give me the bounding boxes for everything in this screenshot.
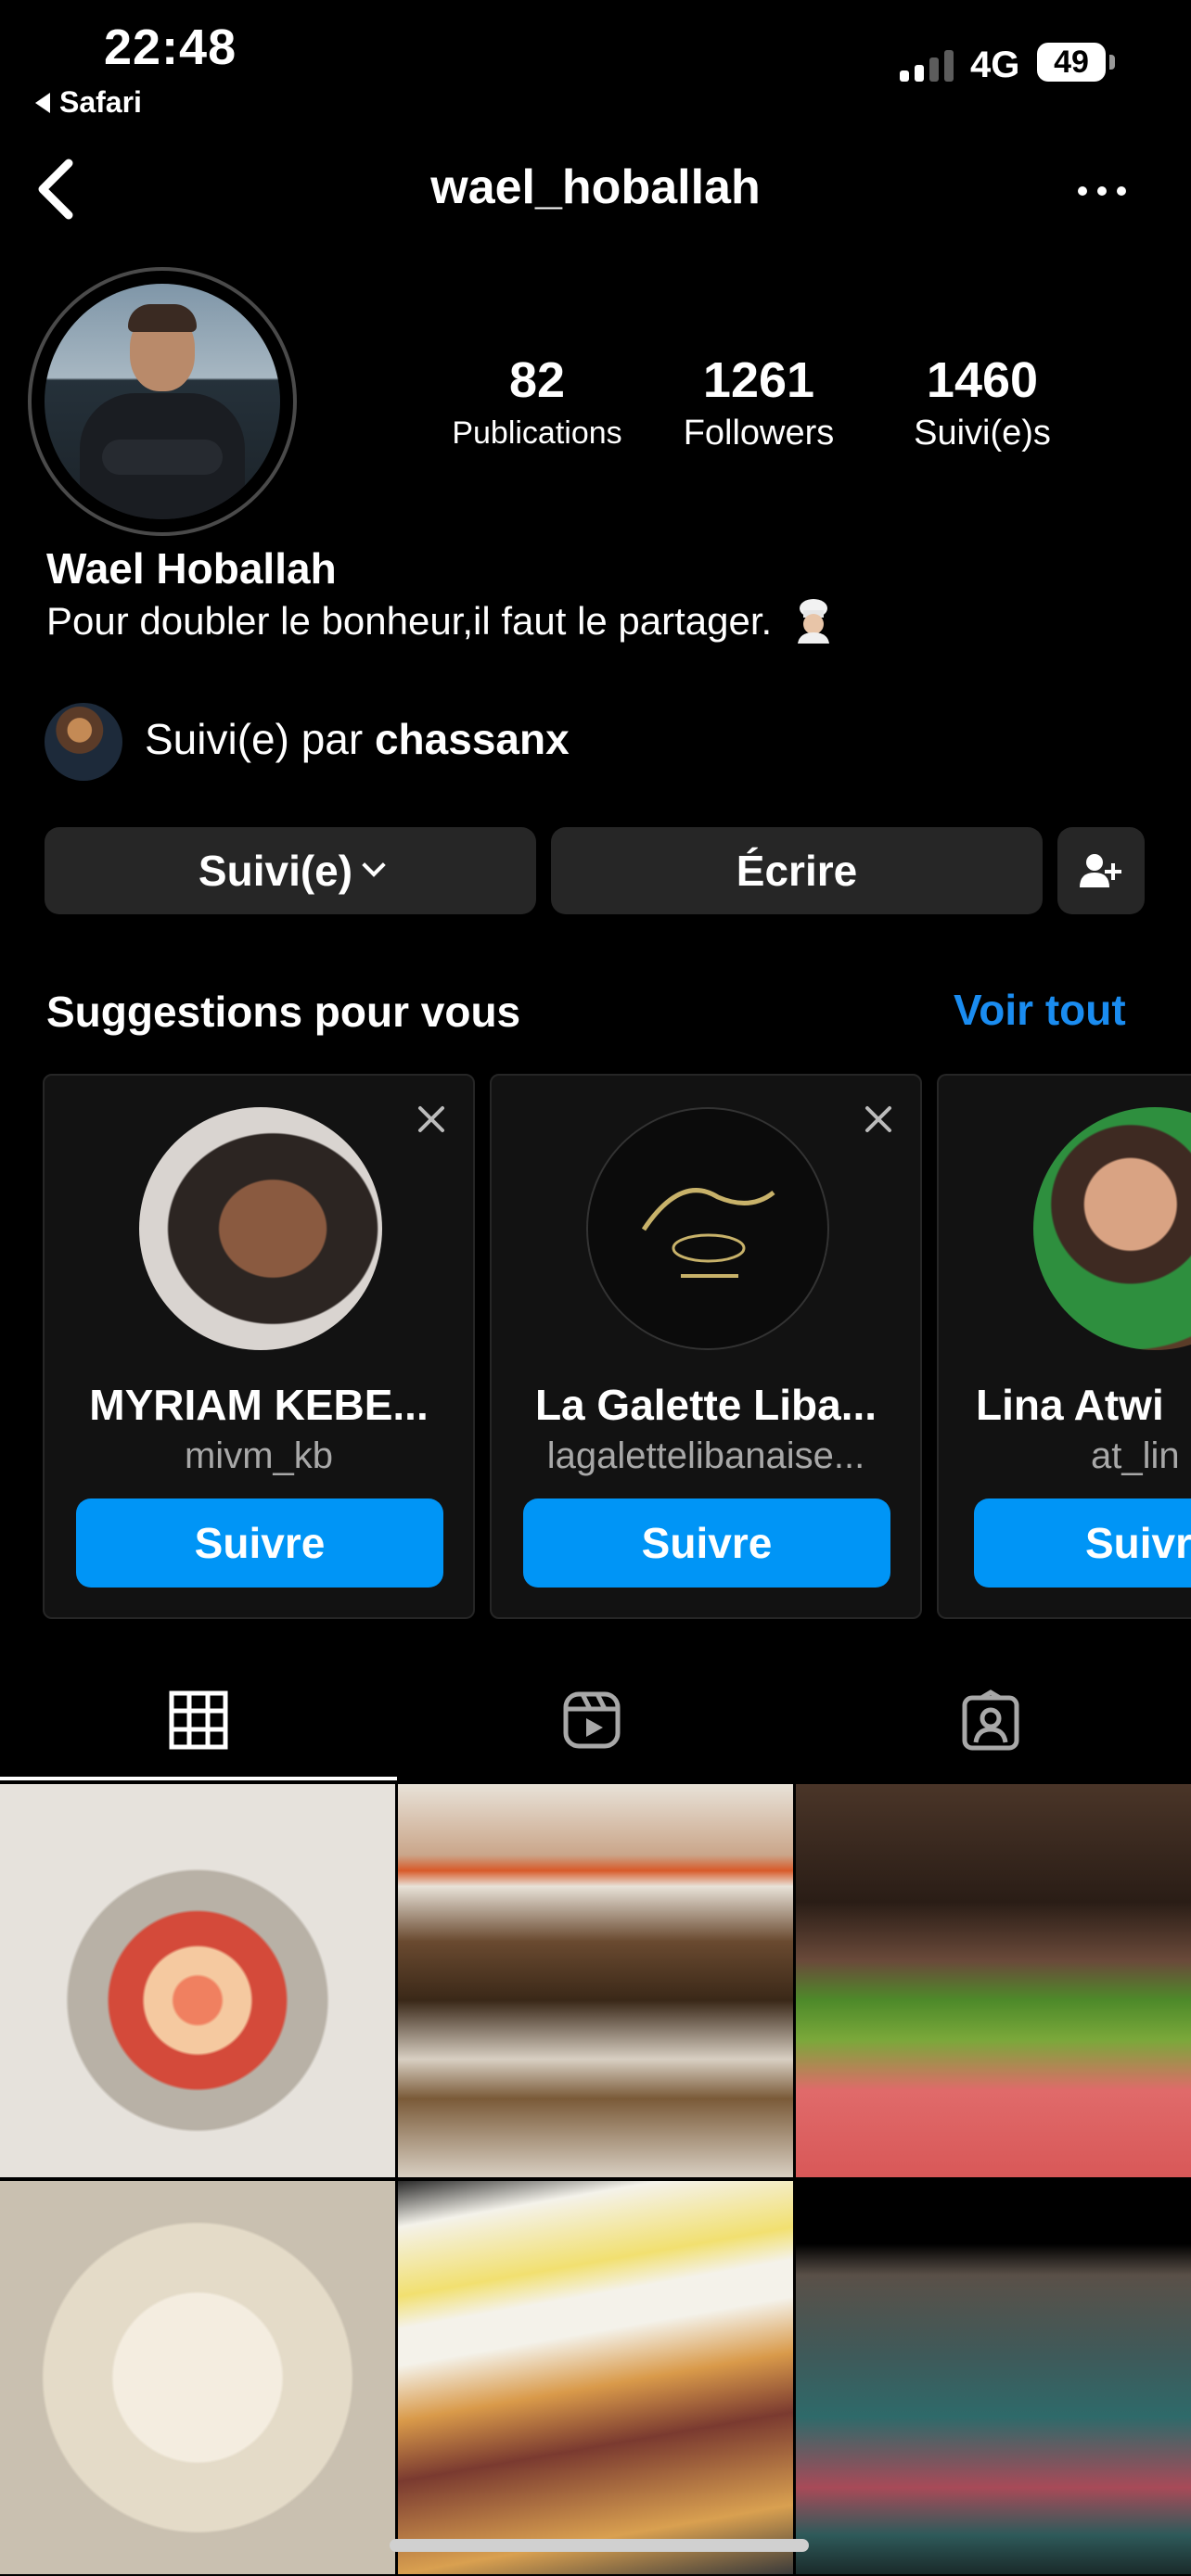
stat-value: 82 bbox=[508, 352, 566, 408]
tagged-icon[interactable] bbox=[961, 1688, 1020, 1753]
suggestion-name[interactable]: MYRIAM KEBE... bbox=[45, 1380, 473, 1430]
status-time: 22:48 bbox=[104, 19, 237, 75]
galette-logo-icon bbox=[641, 1188, 775, 1278]
stat-value: 1261 bbox=[702, 352, 815, 408]
more-horizontal-icon[interactable] bbox=[1078, 182, 1126, 200]
chef-emoji-icon bbox=[797, 598, 829, 644]
back-to-app[interactable]: Safari bbox=[35, 85, 142, 120]
suggestion-avatar[interactable] bbox=[586, 1107, 829, 1350]
reels-icon[interactable] bbox=[562, 1688, 621, 1753]
back-app-label: Safari bbox=[59, 85, 142, 119]
bio-text: Pour doubler le bonheur,il faut le parta… bbox=[46, 599, 773, 643]
following-label: Suivi(e) bbox=[198, 847, 353, 895]
stat-label: Suivi(e)s bbox=[914, 414, 1051, 453]
suggestion-handle: lagalettelibanaise... bbox=[546, 1435, 865, 1476]
post-thumbnail[interactable] bbox=[0, 2181, 395, 2574]
follow-button[interactable]: Suivre bbox=[523, 1498, 890, 1588]
back-triangle-icon bbox=[35, 92, 50, 113]
message-label: Écrire bbox=[736, 847, 858, 895]
close-icon[interactable] bbox=[416, 1103, 447, 1135]
post-thumbnail[interactable] bbox=[796, 2181, 1191, 2574]
signal-icon bbox=[900, 48, 954, 82]
followed-by-user[interactable]: chassanx bbox=[375, 715, 570, 763]
profile-avatar[interactable] bbox=[28, 267, 297, 536]
follower-avatar[interactable] bbox=[45, 703, 122, 781]
post-thumbnail[interactable] bbox=[796, 1784, 1191, 2177]
stat-publications[interactable]: 82 Publications bbox=[434, 351, 640, 456]
post-thumbnail[interactable] bbox=[0, 1784, 395, 2177]
chevron-down-icon bbox=[362, 853, 386, 877]
network-type: 4G bbox=[970, 45, 1020, 85]
suggestion-avatar[interactable] bbox=[139, 1107, 382, 1350]
stat-label: Publications bbox=[452, 415, 622, 451]
battery-tip bbox=[1109, 55, 1115, 70]
stat-followers[interactable]: 1261 Followers bbox=[655, 351, 863, 456]
suggestion-card[interactable]: La Galette Liba... lagalettelibanaise...… bbox=[490, 1074, 922, 1619]
add-person-icon bbox=[1080, 854, 1121, 887]
suggestions-title: Suggestions pour vous bbox=[46, 988, 521, 1036]
suggestion-avatar[interactable] bbox=[1033, 1107, 1191, 1350]
active-tab-indicator bbox=[0, 1777, 397, 1780]
post-thumbnail[interactable] bbox=[398, 1784, 793, 2177]
suggestion-name[interactable]: La Galette Liba... bbox=[492, 1380, 920, 1430]
see-all-link[interactable]: Voir tout bbox=[954, 985, 1126, 1035]
suggestion-handle: mivm_kb bbox=[184, 1435, 334, 1476]
stat-label: Followers bbox=[683, 414, 835, 453]
post-thumbnail[interactable] bbox=[398, 2181, 793, 2574]
grid-icon[interactable] bbox=[169, 1688, 228, 1753]
avatar bbox=[45, 284, 280, 519]
close-icon[interactable] bbox=[863, 1103, 894, 1135]
follow-button[interactable]: Suivr bbox=[974, 1498, 1191, 1588]
profile-bio: Pour doubler le bonheur,il faut le parta… bbox=[46, 598, 837, 647]
following-button[interactable]: Suivi(e) bbox=[45, 827, 536, 914]
follow-button[interactable]: Suivre bbox=[76, 1498, 443, 1588]
stat-following[interactable]: 1460 Suivi(e)s bbox=[879, 351, 1085, 456]
suggestion-card[interactable]: Lina Atwi at_lin Suivr bbox=[937, 1074, 1191, 1619]
home-indicator[interactable] bbox=[390, 2539, 809, 2552]
suggestion-name[interactable]: Lina Atwi bbox=[976, 1380, 1191, 1430]
suggestion-handle: at_lin bbox=[1091, 1435, 1180, 1476]
suggestion-card[interactable]: MYRIAM KEBE... mivm_kb Suivre bbox=[43, 1074, 475, 1619]
followed-by-prefix: Suivi(e) par bbox=[145, 715, 375, 763]
profile-name: Wael Hoballah bbox=[46, 544, 337, 593]
message-button[interactable]: Écrire bbox=[551, 827, 1043, 914]
followed-by[interactable]: Suivi(e) par chassanx bbox=[145, 714, 570, 764]
add-person-button[interactable] bbox=[1057, 827, 1145, 914]
stat-value: 1460 bbox=[926, 352, 1039, 408]
page-title: wael_hoballah bbox=[430, 160, 761, 214]
battery-icon: 49 bbox=[1037, 43, 1106, 82]
